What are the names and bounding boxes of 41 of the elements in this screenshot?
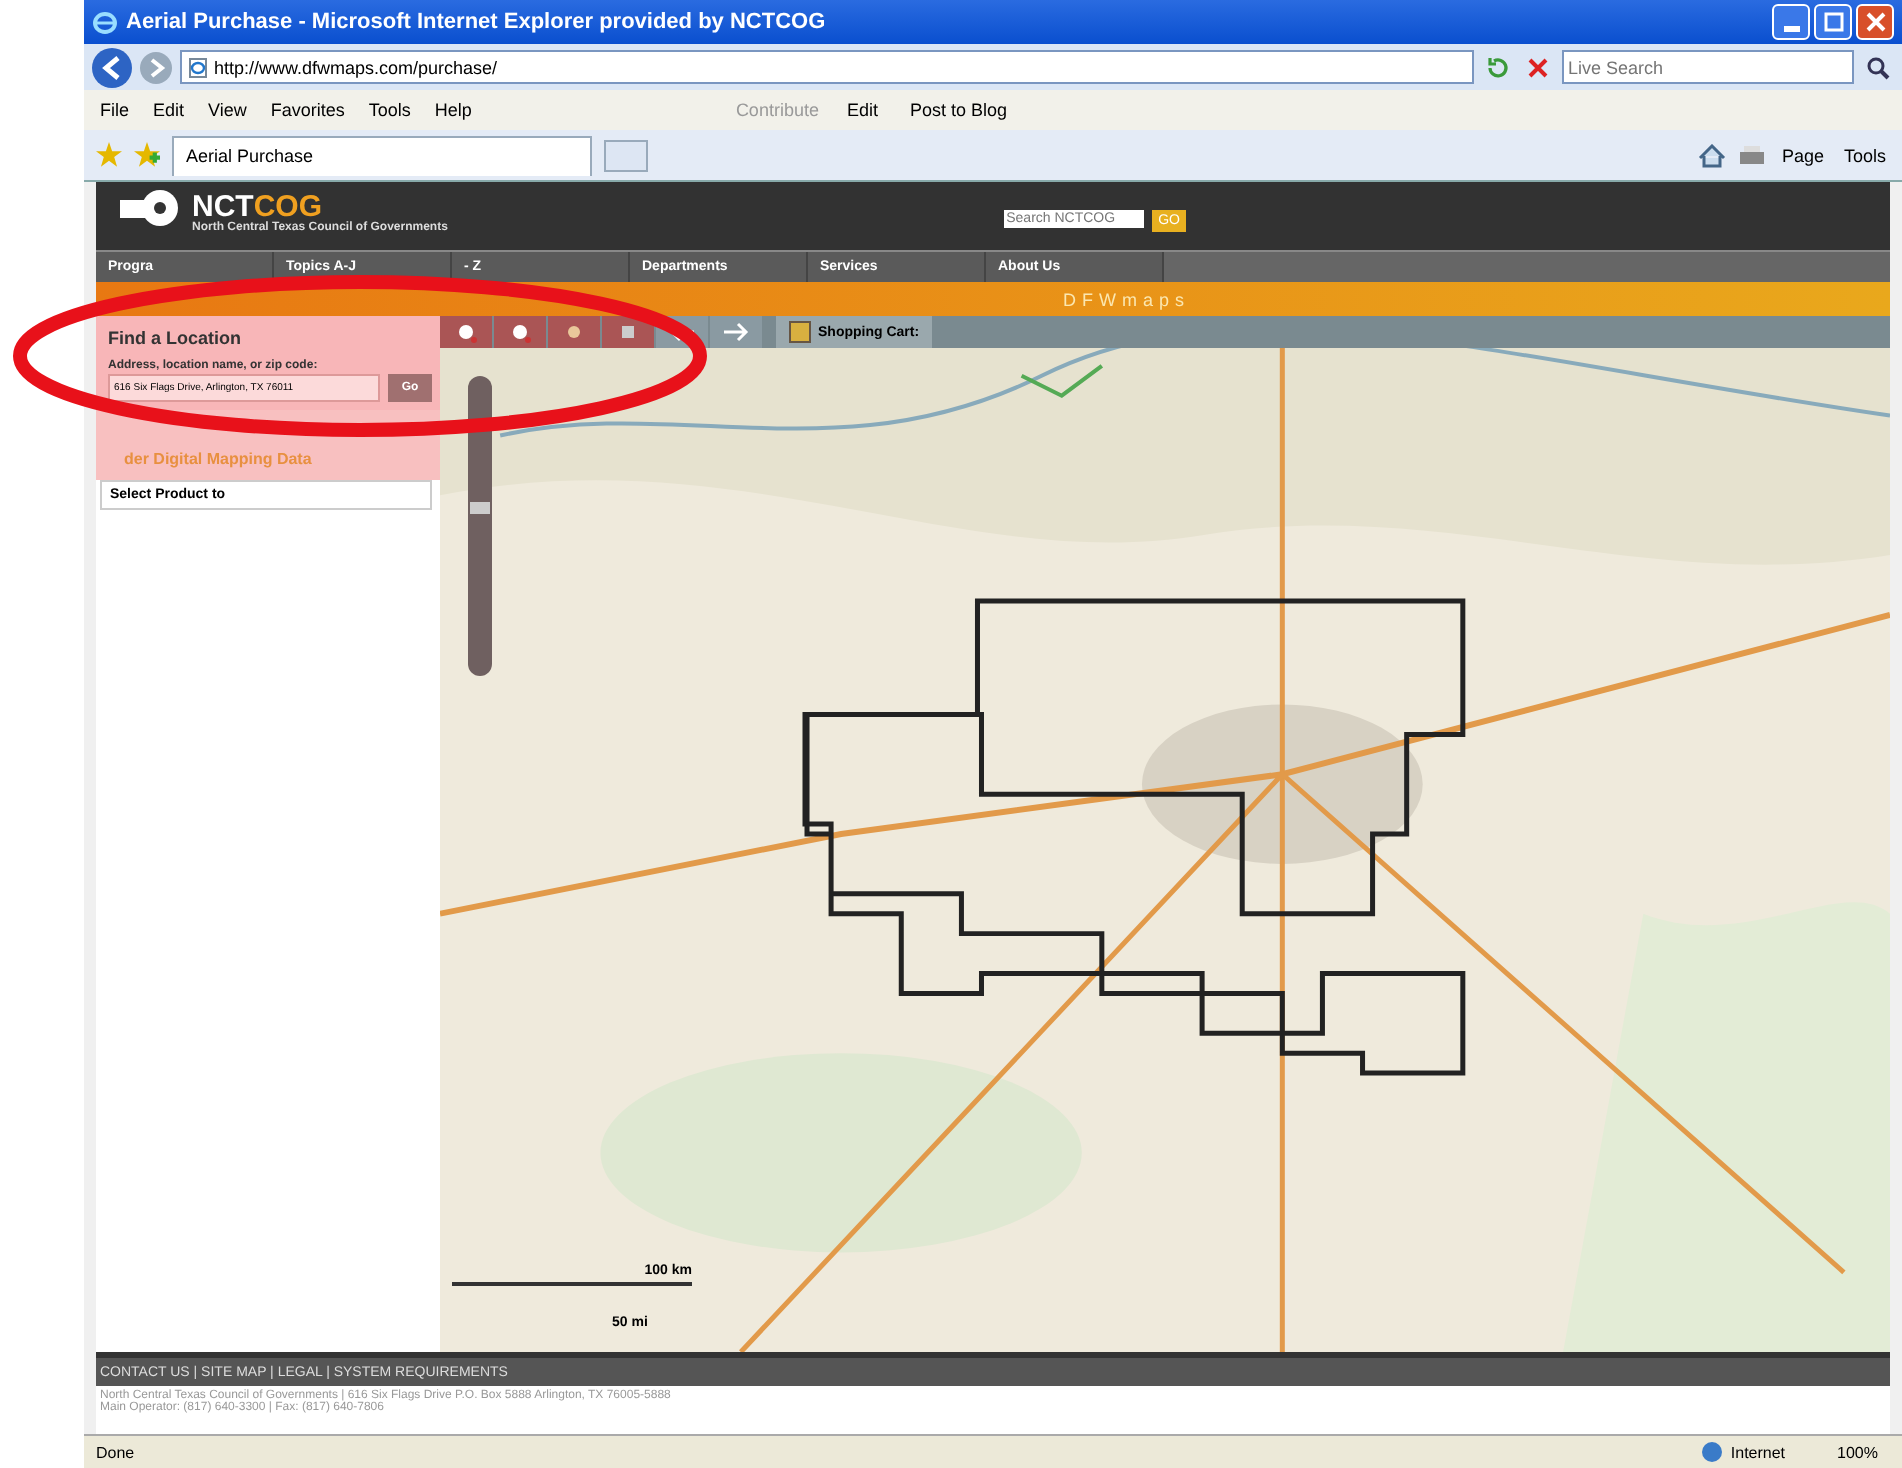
menu-item[interactable]: Edit xyxy=(153,100,185,120)
banner-title: DFWmaps xyxy=(1063,289,1190,309)
zoom-out-icon[interactable] xyxy=(494,316,546,348)
site-logo[interactable]: NCTCOG xyxy=(192,192,448,222)
zoom-level-button[interactable]: 100% xyxy=(1825,1441,1890,1463)
menu-item[interactable]: Help xyxy=(434,100,472,120)
close-button[interactable] xyxy=(1856,4,1894,40)
close-icon xyxy=(1865,12,1885,32)
command-button[interactable]: Tools xyxy=(1839,145,1890,165)
status-text: Done xyxy=(96,1443,135,1461)
slider-thumb[interactable] xyxy=(470,502,490,514)
add-favorite-icon[interactable] xyxy=(134,142,160,168)
security-zone: Internet xyxy=(1700,1440,1786,1464)
zoom-in-icon[interactable] xyxy=(440,316,492,348)
menu-item[interactable]: Favorites xyxy=(270,100,345,120)
menu-item[interactable]: Tools xyxy=(368,100,411,120)
minimize-button[interactable] xyxy=(1772,4,1810,40)
window-title: Aerial Purchase - Microsoft Internet Explorer provided by NCTCOG xyxy=(126,10,828,34)
search-field[interactable]: Live Search xyxy=(1562,50,1854,84)
maximize-button[interactable] xyxy=(1814,4,1852,40)
toolbar-button[interactable]: Post to Blog xyxy=(905,100,1012,120)
toolbar-label: Contribute xyxy=(735,100,819,120)
minimize-icon xyxy=(1783,25,1799,31)
menu-item[interactable]: View xyxy=(208,100,247,120)
zoom-slider[interactable] xyxy=(468,376,492,676)
print-icon[interactable] xyxy=(1737,143,1766,167)
back-button[interactable] xyxy=(92,47,132,87)
scrollbar[interactable] xyxy=(1890,182,1902,1434)
maximize-icon xyxy=(1823,12,1843,32)
forward-button[interactable] xyxy=(140,51,172,83)
menu-item[interactable]: File xyxy=(100,100,130,120)
browser-tab[interactable]: Aerial Purchase xyxy=(172,135,592,175)
globe-icon xyxy=(1700,1440,1725,1464)
toolbar-button[interactable]: Edit xyxy=(842,100,882,120)
browser-icon xyxy=(92,9,118,35)
cart-icon xyxy=(788,320,812,344)
command-button[interactable]: Page xyxy=(1777,145,1828,165)
address-bar[interactable]: http://www.dfwmaps.com/purchase/ xyxy=(180,50,1474,84)
new-tab-button[interactable] xyxy=(604,139,648,171)
panel-title: Find a Location xyxy=(108,328,243,348)
favorites-star-icon[interactable] xyxy=(96,142,122,168)
